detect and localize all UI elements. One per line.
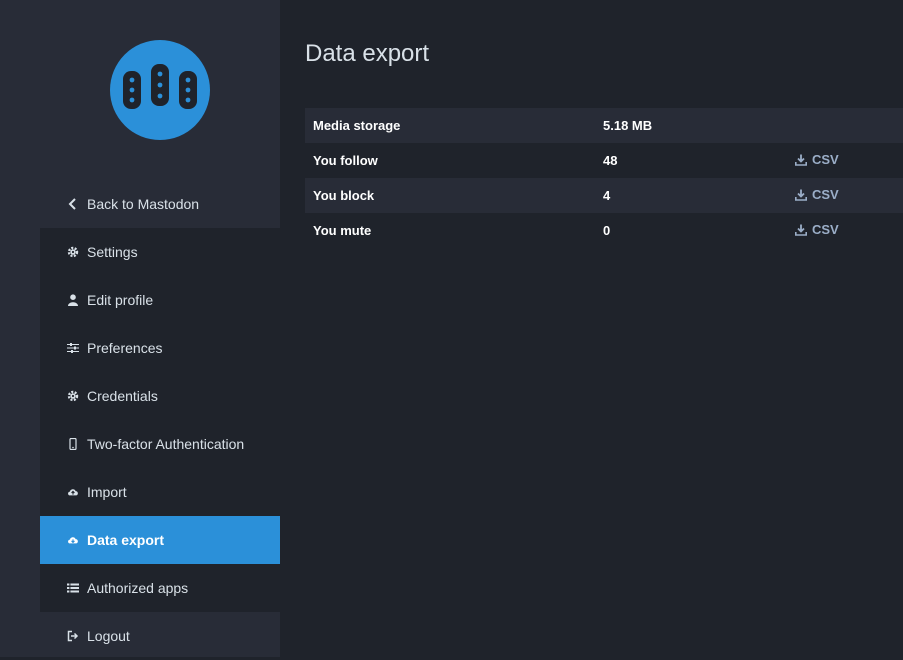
table-row: You mute 0 CSV <box>305 213 903 248</box>
table-row: Media storage 5.18 MB <box>305 108 903 143</box>
cog-icon <box>67 390 79 402</box>
settings-nav: Back to Mastodon Settings Edit profile P… <box>40 180 280 660</box>
row-label: You follow <box>313 153 378 168</box>
csv-link-label: CSV <box>812 187 839 203</box>
follows-csv-download-link[interactable]: CSV <box>795 152 839 167</box>
table-row: You block 4 CSV <box>305 178 903 213</box>
table-row: You follow 48 CSV <box>305 143 903 178</box>
csv-link-label: CSV <box>812 152 839 168</box>
cloud-upload-icon <box>67 486 79 498</box>
page-title: Data export <box>305 40 430 67</box>
export-table: Media storage 5.18 MB You follow 48 CSV … <box>305 108 903 248</box>
mobile-icon <box>67 438 79 450</box>
nav-label: Authorized apps <box>87 580 189 596</box>
csv-link-label: CSV <box>812 222 839 238</box>
nav-label: Credentials <box>87 388 158 404</box>
cloud-download-icon <box>67 534 79 546</box>
row-value: 5.18 MB <box>603 108 795 143</box>
blocks-csv-download-link[interactable]: CSV <box>795 187 839 202</box>
nav-import[interactable]: Import <box>40 468 280 516</box>
sidebar: Back to Mastodon Settings Edit profile P… <box>0 0 280 657</box>
nav-label: Settings <box>87 244 138 260</box>
row-label: You mute <box>313 223 372 238</box>
mastodon-logo-icon <box>123 64 197 109</box>
nav-label: Data export <box>87 532 165 548</box>
download-icon <box>795 224 807 236</box>
cog-icon <box>67 246 79 258</box>
row-action: CSV <box>795 213 903 248</box>
row-action: CSV <box>795 178 903 213</box>
nav-label: Back to Mastodon <box>87 196 200 212</box>
nav-data-export[interactable]: Data export <box>40 516 280 564</box>
row-label: Media storage <box>305 108 603 143</box>
nav-preferences[interactable]: Preferences <box>40 324 280 372</box>
row-value: 48 <box>603 153 618 168</box>
chevron-left-icon <box>67 198 79 210</box>
sliders-icon <box>67 342 79 354</box>
user-icon <box>67 294 79 306</box>
mutes-csv-download-link[interactable]: CSV <box>795 222 839 237</box>
row-label: You block <box>305 178 603 213</box>
row-value: 4 <box>603 178 795 213</box>
download-icon <box>795 189 807 201</box>
nav-credentials[interactable]: Credentials <box>40 372 280 420</box>
nav-settings[interactable]: Settings <box>40 228 280 276</box>
sign-out-icon <box>67 630 79 642</box>
nav-edit-profile[interactable]: Edit profile <box>40 276 280 324</box>
nav-back-to-mastodon[interactable]: Back to Mastodon <box>40 180 280 228</box>
list-icon <box>67 582 79 594</box>
nav-two-factor-authentication[interactable]: Two-factor Authentication <box>40 420 280 468</box>
row-value: 0 <box>603 223 611 238</box>
nav-label: Import <box>87 484 127 500</box>
nav-logout[interactable]: Logout <box>40 612 280 660</box>
row-action <box>795 108 903 143</box>
nav-authorized-apps[interactable]: Authorized apps <box>40 564 280 612</box>
nav-label: Preferences <box>87 340 163 356</box>
nav-label: Logout <box>87 628 130 644</box>
nav-label: Edit profile <box>87 292 154 308</box>
nav-label: Two-factor Authentication <box>87 436 245 452</box>
download-icon <box>795 154 807 166</box>
mastodon-logo[interactable] <box>110 40 210 140</box>
row-action: CSV <box>795 143 903 178</box>
